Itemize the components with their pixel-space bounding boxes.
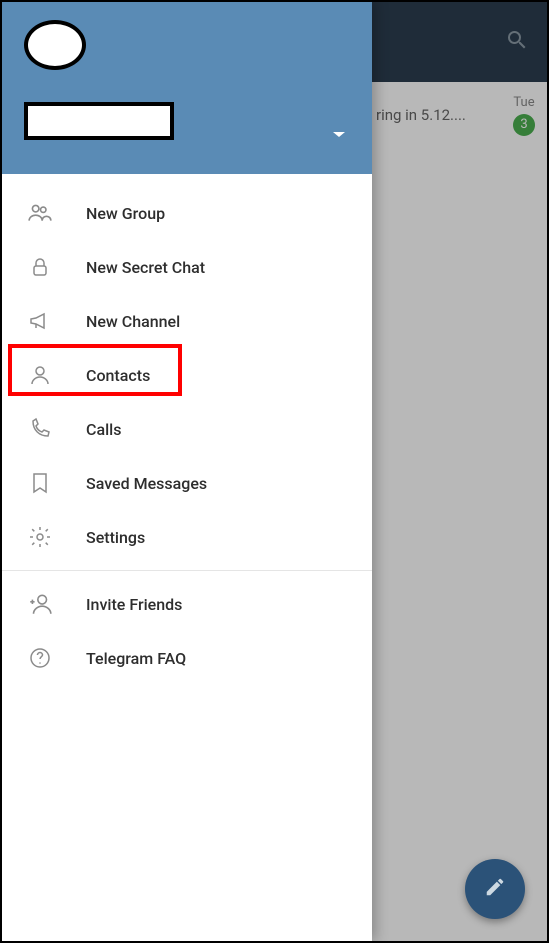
menu-saved-messages[interactable]: Saved Messages <box>2 456 372 510</box>
menu-label: Contacts <box>86 366 150 385</box>
navigation-drawer: New Group New Secret Chat New Channel Co… <box>2 2 372 941</box>
menu-settings[interactable]: Settings <box>2 510 372 564</box>
menu-label: Calls <box>86 420 121 439</box>
menu-label: Settings <box>86 528 145 547</box>
menu-new-channel[interactable]: New Channel <box>2 294 372 348</box>
menu-invite-friends[interactable]: Invite Friends <box>2 577 372 631</box>
lock-icon <box>26 253 54 281</box>
menu-contacts[interactable]: Contacts <box>2 348 372 402</box>
menu-label: Saved Messages <box>86 474 207 493</box>
drawer-header <box>2 2 372 174</box>
megaphone-icon <box>26 307 54 335</box>
username-field[interactable] <box>24 102 174 140</box>
menu-new-secret-chat[interactable]: New Secret Chat <box>2 240 372 294</box>
avatar[interactable] <box>24 20 86 70</box>
phone-icon <box>26 415 54 443</box>
menu-label: Invite Friends <box>86 595 182 614</box>
add-person-icon <box>26 590 54 618</box>
help-icon <box>26 644 54 672</box>
menu-telegram-faq[interactable]: Telegram FAQ <box>2 631 372 685</box>
menu-label: New Secret Chat <box>86 258 205 277</box>
menu-calls[interactable]: Calls <box>2 402 372 456</box>
pencil-icon <box>484 876 506 902</box>
compose-fab[interactable] <box>465 859 525 919</box>
drawer-menu: New Group New Secret Chat New Channel Co… <box>2 174 372 685</box>
chevron-down-icon[interactable] <box>332 125 346 144</box>
menu-divider <box>2 570 372 571</box>
menu-label: Telegram FAQ <box>86 649 186 668</box>
menu-label: New Group <box>86 204 165 223</box>
menu-label: New Channel <box>86 312 180 331</box>
group-icon <box>26 199 54 227</box>
gear-icon <box>26 523 54 551</box>
menu-new-group[interactable]: New Group <box>2 186 372 240</box>
person-icon <box>26 361 54 389</box>
bookmark-icon <box>26 469 54 497</box>
